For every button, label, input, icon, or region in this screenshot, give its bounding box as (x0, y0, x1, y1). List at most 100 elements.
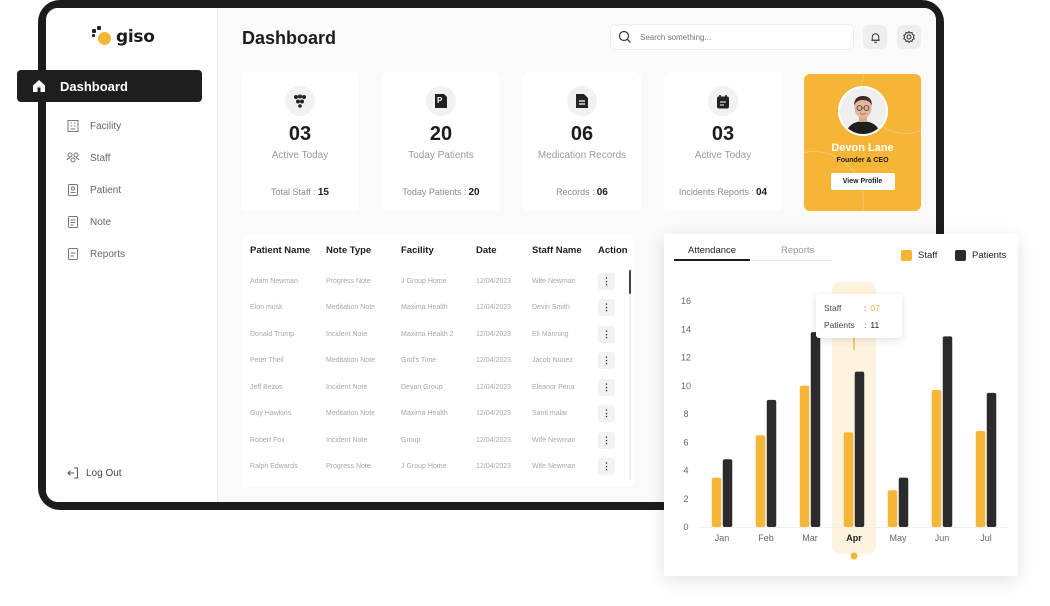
table-row[interactable]: Ralph Edwards Progress Note J Group Home 12… (250, 457, 628, 477)
sidebar-item-label: Staff (90, 152, 111, 164)
table-row[interactable]: Peter Theil Meditation Note God's Time 12/0… (250, 351, 628, 371)
col-header-date[interactable]: Date (476, 245, 532, 256)
row-action-menu-button[interactable]: ⋮ (598, 352, 615, 369)
notifications-button[interactable] (863, 25, 887, 49)
col-header-staff-name[interactable]: Staff Name (532, 245, 598, 256)
sidebar-item-label: Dashboard (60, 78, 128, 94)
col-header-action: Action (598, 244, 628, 256)
row-action-menu-button[interactable]: ⋮ (598, 272, 615, 290)
search-icon (618, 30, 631, 43)
table-cell: J Group Home (401, 277, 447, 285)
logo-text: giso (116, 27, 155, 47)
table-header-row: Patient Name Note Type Facility Date Sta… (250, 240, 628, 260)
x-tick-label-feb: Feb (758, 533, 774, 543)
avatar[interactable] (837, 86, 888, 136)
bar-staff-feb (755, 435, 766, 527)
stat-card-active-staff[interactable]: 03 Active Today Total Staff :15 (241, 72, 359, 211)
tooltip-separator: : (864, 303, 867, 313)
stat-card-incidents[interactable]: 03 Active Today Incidents Reports :04 (664, 72, 782, 211)
table-row[interactable]: Guy Hawkins Meditation Note Maxima Health 1… (250, 404, 628, 424)
bar-patients-jan (722, 459, 733, 527)
x-tick-label-jan: Jan (715, 533, 730, 543)
y-tick-label: 12 (681, 353, 691, 363)
table-cell: Incident Note (326, 436, 368, 444)
table-cell: 12/04/2023 (476, 410, 512, 417)
table-cell: 12/04/2023 (476, 383, 512, 391)
page-title: Dashboard (242, 28, 337, 48)
y-tick-label: 8 (683, 409, 688, 419)
table-cell: Jacob Nunez (532, 357, 573, 364)
table-row[interactable]: Jeff Bezos Incident Note Devan Group 12/04/… (250, 377, 628, 397)
medication-record-icon (567, 86, 597, 116)
table-scrollbar-thumb[interactable] (629, 270, 631, 294)
sidebar-item-staff[interactable]: Staff (66, 148, 110, 168)
sidebar-item-note[interactable]: Note (66, 212, 111, 232)
table-cell: Santi malar (532, 410, 568, 417)
col-header-note-type[interactable]: Note Type (326, 245, 401, 256)
logout-button[interactable]: Log Out (66, 466, 122, 480)
view-profile-button[interactable]: View Profile (830, 173, 895, 190)
y-tick-label: 0 (683, 522, 688, 532)
row-action-menu-button[interactable]: ⋮ (598, 299, 615, 316)
table-cell: Guy Hawkins (250, 410, 292, 417)
y-tick-label: 10 (681, 381, 691, 391)
stat-card-medication[interactable]: 06 Medication Records Records :06 (523, 72, 641, 211)
table-row[interactable]: Adam Newman Progress Note J Group Home 12/0… (250, 271, 628, 291)
row-action-menu-button[interactable]: ⋮ (598, 431, 615, 449)
table-cell: Incident Note (326, 383, 368, 391)
tooltip-patients-value: 11 (870, 320, 880, 330)
table-cell: Progress Note (326, 463, 371, 470)
stat-card-patients[interactable]: P 20 Today Patients Today Patients :20 (382, 72, 500, 211)
sidebar-item-dashboard[interactable]: Dashboard (17, 70, 202, 102)
logout-icon (67, 467, 78, 479)
stat-footer: Total Staff :15 (271, 187, 329, 198)
y-tick-label: 2 (683, 494, 688, 504)
table-cell: 12/04/2023 (476, 277, 512, 285)
sidebar-item-reports[interactable]: Reports (66, 244, 125, 264)
home-icon (33, 80, 45, 92)
table-cell: Wife Newman (532, 463, 576, 470)
sidebar-item-facility[interactable]: Facility (66, 116, 121, 136)
table-cell: Maxima Health 2 (401, 330, 454, 338)
bar-patients-jun (942, 336, 953, 527)
svg-text:P: P (437, 96, 443, 105)
bar-staff-jan (711, 477, 722, 527)
stat-label: Active Today (694, 150, 752, 161)
x-tick-label-apr: Apr (846, 533, 862, 543)
stat-footer: Today Patients :20 (402, 187, 480, 198)
sidebar-item-patient[interactable]: Patient (66, 180, 121, 200)
table-cell: 12/04/2023 (476, 330, 512, 338)
bar-staff-may (887, 490, 898, 527)
table-cell: Maxima Health (401, 410, 448, 417)
tooltip-staff-value: 07 (870, 303, 880, 313)
y-tick-label: 6 (683, 437, 688, 447)
row-action-menu-button[interactable]: ⋮ (598, 458, 615, 475)
table-row[interactable]: Donald Trump Incident Note Maxima Health 2… (250, 324, 628, 344)
col-header-facility[interactable]: Facility (401, 245, 476, 256)
users-icon (66, 152, 80, 163)
chart-tooltip: Staff : 07 Patients : 11 (816, 294, 902, 338)
table-row[interactable]: Elon musk Meditation Note Maxima Health 12/… (250, 298, 628, 318)
report-icon (68, 248, 78, 260)
bar-patients-feb (766, 399, 777, 527)
x-tick-label-may: May (889, 533, 907, 543)
table-cell: 12/04/2023 (476, 304, 512, 311)
row-action-menu-button[interactable]: ⋮ (598, 405, 615, 422)
gear-icon (903, 30, 915, 44)
table-row[interactable]: Robert Fox Incident Note Group 12/04/2023 Wi… (250, 430, 628, 450)
bar-chart: 0 2 4 6 8 10 12 14 16 Jan Feb Mar Apr May Jun Jul (681, 282, 1008, 560)
row-action-menu-button[interactable]: ⋮ (598, 378, 615, 396)
search-input[interactable] (640, 32, 840, 42)
profile-role: Founder & CEO (836, 157, 889, 164)
table-cell: Meditation Note (326, 410, 376, 417)
settings-button[interactable] (897, 25, 921, 49)
table-scrollbar-track[interactable] (629, 270, 631, 480)
logo[interactable]: giso (92, 26, 155, 48)
stat-value: 03 (288, 123, 312, 145)
table-cell: Devin Smith (532, 304, 570, 311)
bar-patients-may (898, 477, 909, 527)
search-bar[interactable] (610, 24, 854, 50)
row-action-menu-button[interactable]: ⋮ (598, 325, 615, 343)
table-cell: Progress Note (326, 277, 371, 285)
col-header-patient-name[interactable]: Patient Name (250, 245, 326, 256)
